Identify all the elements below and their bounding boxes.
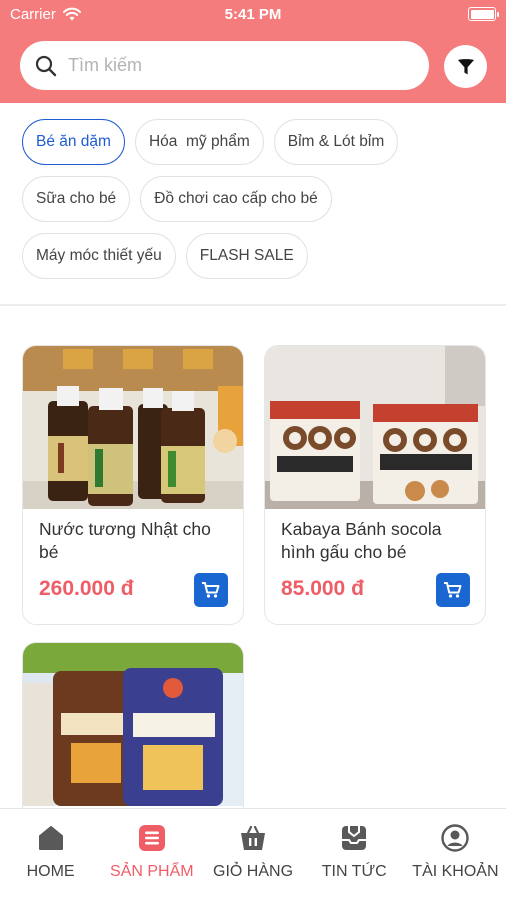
tab-label: TÀI KHOẢN bbox=[412, 863, 499, 880]
tab-account[interactable]: TÀI KHOẢN bbox=[405, 809, 506, 900]
tab-home[interactable]: HOME bbox=[0, 809, 101, 900]
product-image-soy-sauce bbox=[23, 346, 243, 509]
home-icon bbox=[35, 822, 67, 854]
cart-icon bbox=[202, 582, 220, 598]
bottom-tab-bar: HOME SẢN PHẨM GIỎ HÀNG TIN TỨC TÀI KHOẢN bbox=[0, 808, 506, 900]
tab-label: HOME bbox=[26, 863, 75, 880]
status-bar: Carrier 5:41 PM bbox=[0, 0, 506, 30]
news-inbox-icon bbox=[338, 822, 370, 854]
cart-icon bbox=[444, 582, 462, 598]
category-chip-hoa-my-pham[interactable]: Hóa mỹ phẩm bbox=[134, 119, 264, 165]
battery-icon bbox=[468, 7, 499, 21]
tab-label: SẢN PHẨM bbox=[110, 863, 194, 880]
category-chip-may-moc[interactable]: Máy móc thiết yếu bbox=[22, 233, 176, 279]
category-chip-be-an-dam[interactable]: Bé ăn dặm bbox=[22, 119, 125, 165]
product-image-cheeza-snack bbox=[23, 643, 243, 806]
product-name: Kabaya Bánh socola hình gấu cho bé bbox=[281, 519, 442, 562]
tab-cart[interactable]: GIỎ HÀNG bbox=[202, 809, 303, 900]
tab-products[interactable]: SẢN PHẨM bbox=[101, 809, 202, 900]
header: Carrier 5:41 PM bbox=[0, 0, 506, 103]
search-input[interactable] bbox=[68, 55, 388, 76]
basket-icon bbox=[237, 822, 269, 854]
search-bar[interactable] bbox=[20, 41, 429, 90]
status-time: 5:41 PM bbox=[224, 6, 282, 23]
tab-label: GIỎ HÀNG bbox=[213, 863, 294, 880]
funnel-icon bbox=[457, 58, 474, 74]
category-chip-sua-cho-be[interactable]: Sữa cho bé bbox=[22, 176, 131, 222]
product-name: Nước tương Nhật cho bé bbox=[39, 519, 211, 562]
tab-news[interactable]: TIN TỨC bbox=[304, 809, 405, 900]
section-divider bbox=[0, 304, 506, 306]
product-card[interactable]: Kabaya Bánh socola hình gấu cho bé 85.00… bbox=[264, 345, 486, 625]
product-image-panda-biscuits bbox=[265, 346, 485, 509]
tab-label: TIN TỨC bbox=[321, 863, 387, 880]
product-card[interactable]: Nước tương Nhật cho bé 260.000 đ bbox=[22, 345, 244, 625]
category-chip-flash-sale[interactable]: FLASH SALE bbox=[185, 233, 308, 279]
search-icon bbox=[35, 55, 57, 76]
add-to-cart-button[interactable] bbox=[194, 573, 228, 607]
account-icon bbox=[439, 822, 471, 854]
category-chip-bim-lot-bim[interactable]: Bỉm & Lót bỉm bbox=[273, 119, 399, 165]
filter-button[interactable] bbox=[444, 45, 487, 88]
add-to-cart-button[interactable] bbox=[436, 573, 470, 607]
category-chip-do-choi[interactable]: Đồ chơi cao cấp cho bé bbox=[140, 176, 332, 222]
product-price: 260.000 đ bbox=[39, 577, 134, 600]
product-price: 85.000 đ bbox=[281, 577, 364, 600]
category-chips: Bé ăn dặm Hóa mỹ phẩm Bỉm & Lót bỉm Sữa … bbox=[22, 119, 492, 290]
product-list-icon bbox=[136, 822, 168, 854]
